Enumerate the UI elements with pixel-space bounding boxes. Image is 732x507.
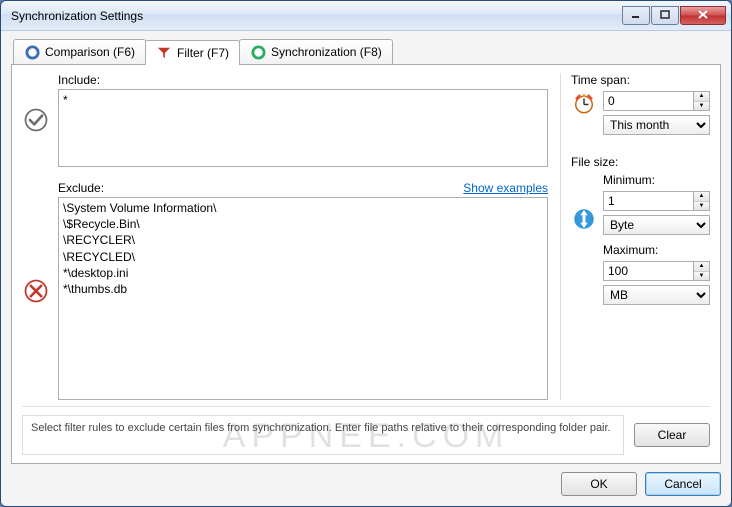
min-value[interactable] <box>603 191 694 211</box>
spin-up[interactable]: ▲ <box>694 92 709 102</box>
include-icon <box>22 73 50 167</box>
min-spinner[interactable]: ▲▼ <box>603 191 710 211</box>
filter-panel: Include: Exclude: Show examples <box>11 64 721 464</box>
include-label: Include: <box>58 73 100 87</box>
window-controls <box>622 7 726 25</box>
timespan-value[interactable] <box>603 91 694 111</box>
timespan-spinner[interactable]: ▲▼ <box>603 91 710 111</box>
spin-down[interactable]: ▼ <box>694 272 709 281</box>
show-examples-link[interactable]: Show examples <box>463 181 548 195</box>
window-title: Synchronization Settings <box>11 9 622 23</box>
clock-icon <box>571 91 597 115</box>
settings-window: Synchronization Settings Comparison (F6)… <box>0 0 732 507</box>
clear-button[interactable]: Clear <box>634 423 710 447</box>
timespan-unit-combo[interactable]: This month <box>603 115 710 135</box>
size-arrows-icon <box>571 173 597 231</box>
tab-label: Comparison (F6) <box>45 45 135 59</box>
funnel-icon <box>156 45 172 61</box>
filesize-group: File size: Minimum: ▲▼ <box>571 155 710 305</box>
minimize-button[interactable] <box>622 6 650 25</box>
client-area: Comparison (F6) Filter (F7) Synchronizat… <box>1 31 731 506</box>
spin-down[interactable]: ▼ <box>694 202 709 211</box>
spin-up[interactable]: ▲ <box>694 192 709 202</box>
min-label: Minimum: <box>603 173 710 187</box>
min-unit-combo[interactable]: Byte <box>603 215 710 235</box>
close-button[interactable] <box>680 6 726 25</box>
titlebar[interactable]: Synchronization Settings <box>1 1 731 31</box>
spin-up[interactable]: ▲ <box>694 262 709 272</box>
timespan-group: Time span: ▲▼ This <box>571 73 710 135</box>
include-section: Include: <box>22 73 548 167</box>
hint-text: Select filter rules to exclude certain f… <box>22 415 624 455</box>
dialog-buttons: OK Cancel <box>11 464 721 496</box>
filesize-label: File size: <box>571 155 710 169</box>
exclude-label: Exclude: <box>58 181 104 195</box>
tab-label: Synchronization (F8) <box>271 45 382 59</box>
hint-row: Select filter rules to exclude certain f… <box>22 406 710 455</box>
maximize-button[interactable] <box>651 6 679 25</box>
tab-filter[interactable]: Filter (F7) <box>145 40 240 65</box>
tab-comparison[interactable]: Comparison (F6) <box>13 39 146 64</box>
tab-label: Filter (F7) <box>177 46 229 60</box>
max-spinner[interactable]: ▲▼ <box>603 261 710 281</box>
exclude-textarea[interactable] <box>58 197 548 400</box>
tab-bar: Comparison (F6) Filter (F7) Synchronizat… <box>13 39 721 64</box>
gear-blue-icon <box>24 44 40 60</box>
ok-button[interactable]: OK <box>561 472 637 496</box>
max-unit-combo[interactable]: MB <box>603 285 710 305</box>
cancel-button[interactable]: Cancel <box>645 472 721 496</box>
spin-down[interactable]: ▼ <box>694 102 709 111</box>
include-textarea[interactable] <box>58 89 548 167</box>
timespan-label: Time span: <box>571 73 710 87</box>
exclude-section: Exclude: Show examples <box>22 181 548 400</box>
max-value[interactable] <box>603 261 694 281</box>
exclude-icon <box>22 181 50 400</box>
max-label: Maximum: <box>603 243 710 257</box>
tab-synchronization[interactable]: Synchronization (F8) <box>239 39 393 64</box>
gear-green-icon <box>250 44 266 60</box>
